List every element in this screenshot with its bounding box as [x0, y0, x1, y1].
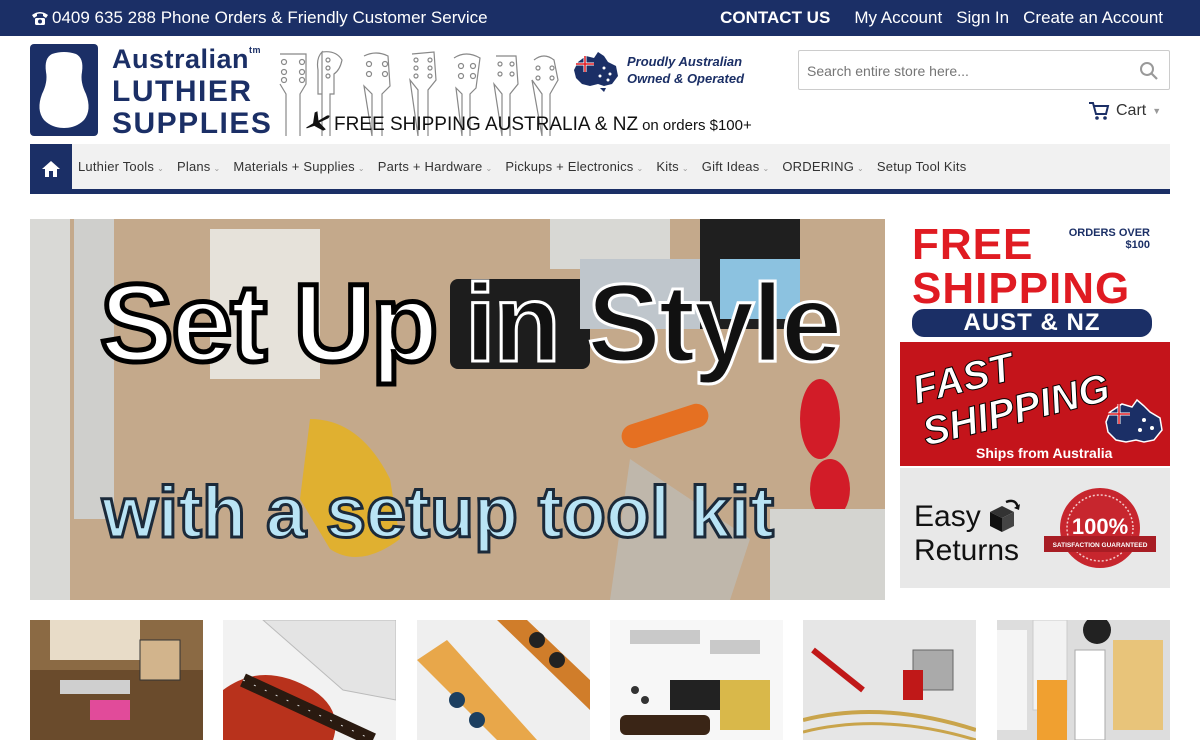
main-navigation: Luthier Tools ⌄ Plans ⌄ Materials + Suppli…	[30, 144, 1170, 194]
sign-in-link[interactable]: Sign In	[956, 8, 1009, 28]
free-shipping-promo[interactable]: FREE ORDERS OVER $100 SHIPPING AUST & NZ	[900, 219, 1170, 339]
logo-line2: LUTHIER	[112, 75, 253, 108]
nav-item-kits[interactable]: Kits ⌄	[656, 159, 688, 174]
nav-item-label: Gift Ideas	[701, 159, 760, 174]
category-tile-parts-hardware[interactable]	[610, 620, 783, 740]
seal-text: SATISFACTION GUARANTEED	[1053, 542, 1148, 549]
logo-wordmark[interactable]: Australiantm LUTHIER SUPPLIES	[112, 46, 272, 139]
home-button[interactable]	[30, 144, 72, 194]
parts-hardware-thumbnail	[610, 620, 783, 740]
nav-item-luthier-tools[interactable]: Luthier Tools ⌄	[78, 159, 164, 174]
category-tile-finishes[interactable]	[997, 620, 1170, 740]
category-tile-pickups[interactable]	[803, 620, 976, 740]
nav-item-label: Materials + Supplies	[233, 159, 355, 174]
promo-orders-line2: $100	[1125, 239, 1150, 251]
chevron-down-icon: ⌄	[485, 164, 493, 173]
promo-free-text: FREE	[912, 220, 1034, 269]
nav-item-label: Kits	[656, 159, 679, 174]
nav-item-label: Parts + Hardware	[377, 159, 483, 174]
proudly-australian-badge: Proudly Australian Owned & Operated	[627, 53, 744, 87]
hero-headline-part1: Set Up	[97, 262, 440, 385]
top-bar: 0409 635 288 Phone Orders & Friendly Cus…	[0, 0, 1200, 36]
proudly-line1: Proudly Australian	[627, 54, 743, 69]
plane-icon	[306, 111, 330, 131]
phone-text: 0409 635 288 Phone Orders & Friendly Cus…	[52, 8, 488, 27]
chevron-down-icon: ⌄	[636, 164, 644, 173]
satisfaction-seal-icon: 100% SATISFACTION GUARANTEED	[1044, 488, 1156, 568]
materials-thumbnail	[417, 620, 590, 740]
seal-percent: 100%	[1072, 514, 1128, 539]
nav-item-label: ORDERING	[782, 159, 855, 174]
nav-item-label: Pickups + Electronics	[505, 159, 634, 174]
nav-item-label: Setup Tool Kits	[876, 159, 967, 174]
cart-button[interactable]: Cart ▼	[1088, 100, 1161, 122]
promo-shipping-text: SHIPPING	[912, 264, 1131, 313]
chevron-down-icon: ▼	[1152, 106, 1162, 116]
phone-icon	[32, 12, 48, 25]
hero-headline: Set Up in Style	[97, 266, 843, 381]
fast-shipping-promo[interactable]: FAST SHIPPING Ships from Australia	[900, 342, 1170, 466]
finishes-thumbnail	[997, 620, 1170, 740]
promo-orders-line1: ORDERS OVER	[1068, 227, 1150, 239]
promo-ships-from: Ships from Australia	[976, 445, 1113, 461]
nav-item-parts-hardware[interactable]: Parts + Hardware ⌄	[378, 159, 493, 174]
australia-flag-map-icon	[1105, 398, 1163, 443]
proudly-line2: Owned & Operated	[627, 71, 745, 86]
cart-icon	[1089, 102, 1110, 120]
luthier-tools-thumbnail	[30, 620, 203, 740]
category-thumbnails	[30, 620, 1170, 740]
category-tile-materials[interactable]	[417, 620, 590, 740]
nav-item-ordering[interactable]: ORDERING ⌄	[782, 159, 864, 174]
plans-thumbnail	[223, 620, 396, 740]
chevron-down-icon: ⌄	[857, 164, 864, 173]
my-account-link[interactable]: My Account	[854, 8, 942, 28]
search-box	[798, 50, 1170, 90]
search-icon[interactable]	[1139, 61, 1159, 81]
hero-banner[interactable]: Set Up in Style with a setup tool kit	[30, 219, 885, 600]
guitar-body-icon	[39, 52, 89, 128]
australia-flag-map-icon	[574, 52, 618, 92]
create-account-link[interactable]: Create an Account	[1023, 8, 1163, 28]
chevron-down-icon: ⌄	[357, 164, 365, 173]
nav-item-materials-supplies[interactable]: Materials + Supplies ⌄	[233, 159, 364, 174]
account-links: CONTACT US My Account Sign In Create an …	[706, 0, 1163, 36]
logo-mark[interactable]	[30, 44, 98, 136]
free-shipping-tagline: FREE SHIPPING AUSTRALIA & NZ on orders $1…	[334, 114, 752, 136]
promo-orders-over: ORDERS OVER $100	[1069, 227, 1150, 251]
cart-label: Cart	[1116, 102, 1147, 119]
chevron-down-icon: ⌄	[681, 164, 689, 173]
promo-returns-text: Returns	[914, 534, 1020, 567]
chevron-down-icon: ⌄	[157, 164, 164, 173]
nav-item-label: Luthier Tools	[78, 159, 155, 174]
logo-line1: Australian	[112, 44, 250, 74]
free-shipping-condition: on orders $100+	[642, 117, 752, 134]
nav-item-label: Plans	[176, 159, 211, 174]
search-input[interactable]	[807, 60, 1127, 82]
hero-subheadline: with a setup tool kit	[100, 473, 775, 553]
nav-item-gift-ideas[interactable]: Gift Ideas ⌄	[702, 159, 770, 174]
easy-returns-promo[interactable]: Easy Returns 100% SATISFACTION GUARANTEE…	[900, 468, 1170, 588]
category-tile-luthier-tools[interactable]	[30, 620, 203, 740]
contact-us-link[interactable]: CONTACT US	[720, 8, 830, 28]
pickups-thumbnail	[803, 620, 976, 740]
logo-tm: tm	[249, 45, 262, 55]
phone-info[interactable]: 0409 635 288 Phone Orders & Friendly Cus…	[30, 0, 488, 36]
free-shipping-text: FREE SHIPPING AUSTRALIA & NZ	[334, 114, 639, 135]
category-tile-plans[interactable]	[223, 620, 396, 740]
nav-item-setup-tool-kits[interactable]: Setup Tool Kits	[877, 159, 966, 174]
return-box-icon	[990, 499, 1020, 532]
logo-line3: SUPPLIES	[112, 107, 273, 140]
home-icon	[42, 161, 60, 177]
nav-menu: Luthier Tools ⌄ Plans ⌄ Materials + Suppli…	[78, 144, 979, 189]
chevron-down-icon: ⌄	[762, 164, 770, 173]
promo-easy-text: Easy	[914, 500, 981, 533]
nav-item-plans[interactable]: Plans ⌄	[177, 159, 220, 174]
promo-aust-nz: AUST & NZ	[912, 309, 1152, 337]
hero-headline-part2: in Style	[463, 262, 843, 385]
nav-item-pickups-electronics[interactable]: Pickups + Electronics ⌄	[505, 159, 643, 174]
chevron-down-icon: ⌄	[213, 164, 221, 173]
